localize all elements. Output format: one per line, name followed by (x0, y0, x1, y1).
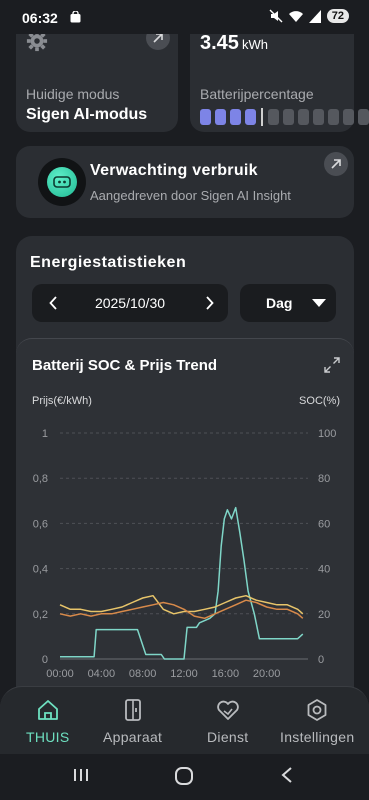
home-button-icon[interactable] (174, 766, 194, 786)
battery-segment (358, 109, 369, 125)
battery-segment (283, 109, 294, 125)
battery-indicator: 72 (326, 9, 349, 23)
nav-item-settings[interactable]: Instellingen (280, 699, 354, 745)
x-tick-label: 00:00 (46, 668, 74, 680)
x-tick-label: 04:00 (88, 668, 116, 680)
forecast-title: Verwachting verbruik (90, 162, 258, 179)
nav-item-device[interactable]: Apparaat (103, 699, 162, 745)
battery-segment (328, 109, 339, 125)
y2-tick-label: 0 (318, 654, 324, 666)
device-icon (124, 699, 141, 721)
y2-tick-label: 80 (318, 473, 330, 485)
period-dropdown[interactable]: Dag (240, 284, 336, 322)
chart-title: Batterij SOC & Prijs Trend (32, 357, 218, 374)
next-date-button[interactable] (192, 284, 226, 322)
x-tick-label: 16:00 (212, 668, 240, 680)
date-picker: 2025/10/30 (32, 284, 228, 322)
soc-price-chart: 0 0 0,2 20 0,4 40 0,6 60 0,8 80 1 100 00:00 04:00 08:0… (33, 428, 337, 680)
ai-insight-icon (38, 158, 86, 206)
battery-energy-value: 3.45 (200, 32, 239, 54)
forecast-card[interactable]: Verwachting verbruik Aangedreven door Si… (16, 146, 354, 218)
y2-tick-label: 100 (318, 428, 336, 440)
battery-segment (343, 109, 354, 125)
home-icon (37, 700, 58, 720)
right-axis-label: SOC(%) (299, 395, 340, 407)
period-value: Dag (266, 295, 293, 311)
battery-card[interactable]: 3.45 kWh Batterijpercentage (190, 18, 369, 132)
shopping-bag-icon (70, 11, 81, 23)
wifi-icon (288, 10, 303, 22)
nav-item-home[interactable]: THUIS (26, 699, 70, 745)
soc-price-chart-card: Batterij SOC & Prijs Trend Prijs(€/kWh) … (16, 338, 354, 736)
y2-tick-label: 20 (318, 609, 330, 621)
nav-label-home: THUIS (26, 729, 70, 745)
chevron-right-icon (205, 296, 214, 310)
open-forecast-button[interactable] (324, 152, 348, 176)
status-icons: 72 (269, 9, 349, 23)
nav-item-service[interactable]: Dienst (207, 699, 248, 745)
nav-label-settings: Instellingen (280, 729, 355, 745)
x-tick-label: 08:00 (129, 668, 157, 680)
y-tick-label: 0,8 (33, 473, 48, 485)
nav-label-device: Apparaat (103, 729, 163, 745)
mute-icon (269, 9, 283, 23)
system-navigation-bar (0, 754, 369, 800)
caret-down-icon (312, 299, 326, 307)
forecast-subtitle: Aangedreven door Sigen AI Insight (90, 188, 291, 203)
service-icon (216, 700, 239, 720)
mode-card[interactable]: Huidige modus Sigen AI-modus (16, 18, 178, 132)
series-line-0 (60, 506, 304, 660)
left-axis-label: Prijs(€/kWh) (32, 395, 92, 407)
stats-title: Energiestatistieken (30, 254, 187, 271)
battery-segment (245, 109, 256, 125)
x-tick-label: 12:00 (170, 668, 198, 680)
bottom-navigation: THUIS Apparaat Dienst Instellingen (0, 686, 369, 754)
mode-value: Sigen AI-modus (26, 106, 148, 123)
energy-statistics-panel: Energiestatistieken 2025/10/30 Dag Batte… (16, 236, 354, 736)
battery-percentage-label: Batterijpercentage (200, 86, 314, 102)
settings-icon (307, 699, 327, 721)
battery-segment (230, 109, 241, 125)
recent-apps-icon[interactable] (72, 766, 90, 784)
battery-level-marker (261, 108, 263, 126)
y2-tick-label: 60 (318, 518, 330, 530)
status-time: 06:32 (22, 10, 58, 26)
battery-energy: 3.45 kWh (200, 32, 268, 55)
battery-segment (268, 109, 279, 125)
back-icon[interactable] (280, 766, 294, 784)
mode-label: Huidige modus (26, 86, 120, 102)
series-line-1 (59, 594, 304, 615)
y-tick-label: 0,6 (33, 518, 48, 530)
signal-icon (308, 9, 321, 23)
battery-segment (215, 109, 226, 125)
battery-energy-unit: kWh (241, 37, 268, 52)
nav-label-service: Dienst (207, 729, 249, 745)
x-tick-label: 20:00 (253, 668, 281, 680)
expand-icon[interactable] (324, 357, 340, 373)
y-tick-label: 0 (42, 654, 48, 666)
battery-segment (298, 109, 309, 125)
y-tick-label: 0,2 (33, 609, 48, 621)
battery-segment (313, 109, 324, 125)
battery-level-bar (200, 108, 369, 126)
y-tick-label: 0,4 (33, 564, 48, 576)
y-tick-label: 1 (42, 428, 48, 440)
arrow-up-right-icon (331, 159, 341, 169)
y2-tick-label: 40 (318, 564, 330, 576)
battery-segment (200, 109, 211, 125)
status-bar: 06:32 72 (0, 0, 369, 34)
